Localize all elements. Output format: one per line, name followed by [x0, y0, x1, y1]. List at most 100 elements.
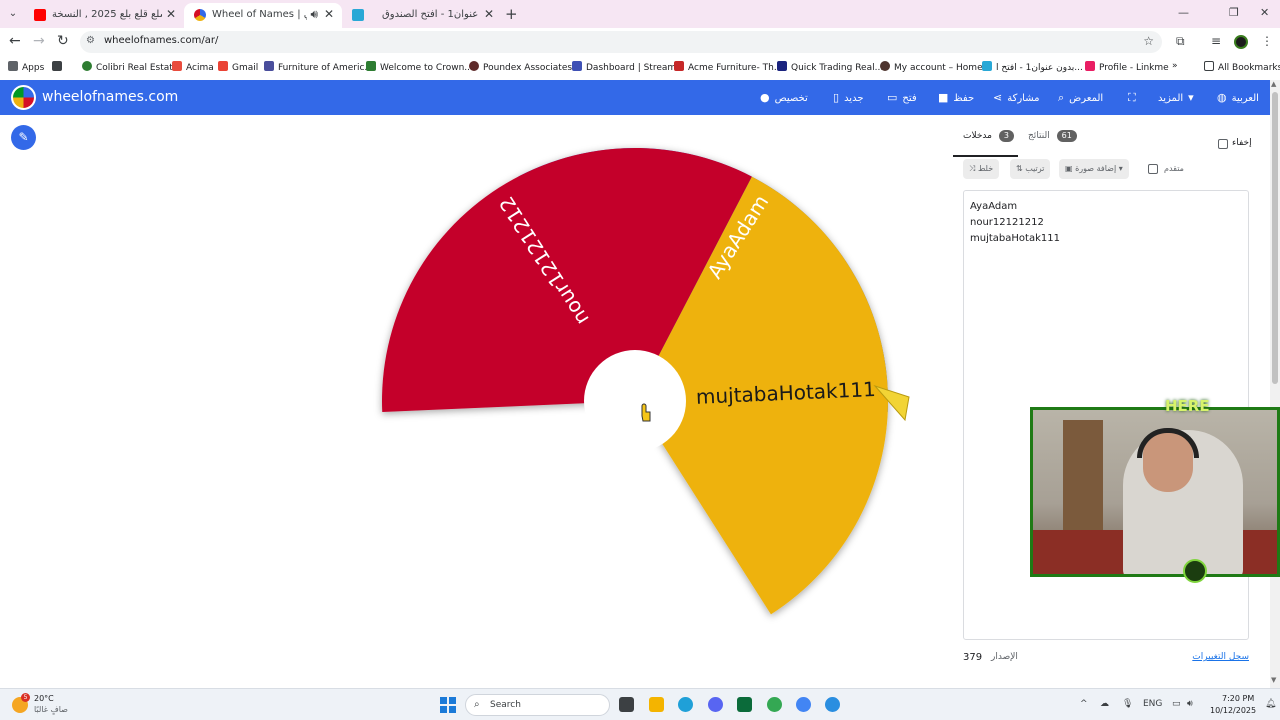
tab-search-button[interactable]: ⌄ [4, 5, 22, 23]
menu-label: فتح [902, 93, 917, 104]
entry-line[interactable]: mujtabaHotak111 [970, 231, 1242, 247]
window-close-icon[interactable]: ✕ [1260, 6, 1269, 19]
address-bar[interactable]: ⚙ wheelofnames.com/ar/ ☆ [80, 31, 1162, 53]
volume-icon[interactable]: 🔊︎ [1187, 699, 1193, 709]
close-icon[interactable]: ✕ [484, 7, 494, 21]
webcam-overlay [1030, 407, 1280, 577]
input-language[interactable]: ENG [1143, 699, 1162, 709]
spin-wheel[interactable]: AyaAdammujtabaHotak111nour12121212 [370, 140, 920, 670]
browser-tab-wordwall[interactable]: بدون عنوان1 - افتح الصندوق ✕ [342, 3, 502, 28]
tab-title: Wheel of Names | العشوائي [212, 9, 307, 20]
bookmark-poundex[interactable]: Poundex Associates... [469, 61, 581, 73]
bookmark-linkme[interactable]: Profile - Linkme [1085, 61, 1169, 73]
bookmark-gmail[interactable]: Gmail [218, 61, 258, 73]
brand-name[interactable]: wheelofnames.com [42, 89, 178, 105]
language-button[interactable]: ◍ العربية [1217, 91, 1259, 104]
more-bookmarks-chevron-icon[interactable]: » [1172, 61, 1178, 71]
bookmark-wordwall[interactable]: بدون عنوان1 - افتح ا... [982, 61, 1083, 73]
bookmark-quick-trading[interactable]: Quick Trading Real... [777, 61, 883, 73]
profile-avatar[interactable] [1234, 35, 1248, 49]
share-button[interactable]: ⋖ مشاركة [993, 91, 1040, 104]
bookmark-acima[interactable]: Acima [172, 61, 214, 73]
hide-checkbox[interactable] [1218, 139, 1228, 149]
forward-arrow-icon[interactable]: → [33, 33, 45, 49]
bookmark-grid[interactable] [52, 61, 66, 73]
app-icon[interactable] [825, 697, 840, 712]
bookmark-dashboard[interactable]: Dashboard | Stream... [572, 61, 685, 73]
webcam-badge-icon [1183, 559, 1207, 583]
shuffle-button[interactable]: ⤨ خلط [963, 159, 1000, 179]
weather-description[interactable]: صافٍ غالبًا [34, 705, 68, 714]
wheel-logo-icon[interactable] [11, 85, 36, 110]
whatsapp-icon[interactable] [737, 697, 752, 712]
tab-entries[interactable]: مدخلات 3 [963, 130, 1014, 142]
scroll-up-arrow-icon[interactable]: ▲ [1271, 80, 1276, 88]
add-image-button[interactable]: ▣ إضافة صورة ▾ [1059, 159, 1129, 179]
back-arrow-icon[interactable]: ← [9, 33, 21, 49]
scroll-thumb[interactable] [1272, 92, 1278, 384]
open-button[interactable]: ▭ فتح [887, 91, 917, 104]
scroll-down-arrow-icon[interactable]: ▼ [1271, 676, 1276, 684]
microphone-icon[interactable]: 🎙︎ [1122, 699, 1133, 709]
sort-button[interactable]: ⇅ ترتيب [1010, 159, 1051, 179]
page-scrollbar[interactable]: ▲ ▼ [1270, 80, 1280, 688]
url-text[interactable]: wheelofnames.com/ar/ [104, 35, 218, 46]
fullscreen-button[interactable]: ⛶ [1128, 91, 1141, 105]
windows-start-icon[interactable] [440, 697, 456, 713]
bookmark-furniture-of-america[interactable]: Furniture of Americ... [264, 61, 373, 73]
edge-browser-icon[interactable] [678, 697, 693, 712]
tab-results[interactable]: النتائج 61 [1028, 130, 1077, 142]
bookmark-label: Acima [186, 63, 214, 73]
restore-icon[interactable]: ❐ [1229, 6, 1239, 19]
menu-label: حفظ [953, 93, 975, 104]
all-bookmarks[interactable]: All Bookmarks [1204, 61, 1280, 73]
minimize-icon[interactable]: — [1178, 6, 1189, 19]
task-view-icon[interactable] [619, 697, 634, 712]
wheel-of-names-icon [194, 9, 206, 21]
browser-tab-youtube[interactable]: مجوز شلع قلع بلع 2025 , النسخة ✕ [24, 3, 184, 28]
save-button[interactable]: ■ حفظ [938, 91, 974, 104]
bookmark-acme[interactable]: Acme Furniture- Th... [674, 61, 782, 73]
network-icon[interactable]: ▭ [1172, 699, 1181, 709]
more-button[interactable]: المزيد ▾ [1158, 91, 1194, 104]
advanced-checkbox[interactable] [1148, 164, 1158, 174]
discord-icon[interactable] [708, 697, 723, 712]
customize-button[interactable]: ● تخصيص [760, 91, 808, 104]
bookmark-star-icon[interactable]: ☆ [1143, 34, 1154, 48]
wheel-center-hub[interactable] [584, 350, 686, 452]
reload-icon[interactable]: ↻ [57, 33, 69, 49]
speaker-icon[interactable]: 🔊︎ [310, 7, 318, 22]
changelog-link[interactable]: سجل التغييرات [1192, 652, 1249, 662]
chrome-icon[interactable] [767, 697, 782, 712]
bookmark-label: Colibri Real Estate [96, 63, 179, 73]
notification-bell-icon[interactable]: 🔔︎ [1265, 699, 1276, 709]
new-tab-plus-icon[interactable]: + [505, 5, 518, 23]
edit-pencil-icon[interactable]: ✎ [11, 125, 36, 150]
clock-date[interactable]: 10/12/2025 [1210, 706, 1256, 715]
webcam-door [1063, 420, 1103, 530]
site-info-icon[interactable]: ⚙ [86, 35, 95, 46]
entry-line[interactable]: nour12121212 [970, 215, 1242, 231]
chrome-menu-icon[interactable]: ⋮ [1261, 34, 1273, 48]
browser-tab-wheel-of-names[interactable]: Wheel of Names | العشوائي 🔊︎ ✕ [184, 3, 342, 28]
file-explorer-icon[interactable] [649, 697, 664, 712]
extensions-icon[interactable]: ⧉ [1176, 34, 1185, 49]
new-button[interactable]: ▯ جديد [833, 91, 864, 104]
globe-icon: ◍ [1217, 91, 1227, 104]
bookmark-colibri[interactable]: Colibri Real Estate [82, 61, 178, 73]
cloud-icon[interactable]: ☁ [1100, 699, 1109, 709]
show-hidden-icons-chevron-icon[interactable]: ^ [1080, 699, 1088, 709]
close-icon[interactable]: ✕ [166, 7, 176, 21]
chrome-profile-icon[interactable] [796, 697, 811, 712]
close-icon[interactable]: ✕ [324, 7, 334, 21]
bookmark-apps[interactable]: Apps [8, 61, 44, 73]
taskbar-search-box[interactable]: ⌕ Search [465, 694, 610, 716]
clock-time[interactable]: 7:20 PM [1222, 694, 1254, 703]
entry-line[interactable]: AyaAdam [970, 199, 1242, 215]
bookmark-my-account[interactable]: My account – Home... [880, 61, 991, 73]
bookmark-crown[interactable]: Welcome to Crown... [366, 61, 473, 73]
gallery-button[interactable]: ⌕ المعرض [1058, 91, 1103, 105]
media-controls-icon[interactable]: ≡ [1211, 34, 1221, 48]
tab-label: مدخلات [963, 131, 992, 141]
weather-temperature[interactable]: 20°C [34, 694, 54, 703]
